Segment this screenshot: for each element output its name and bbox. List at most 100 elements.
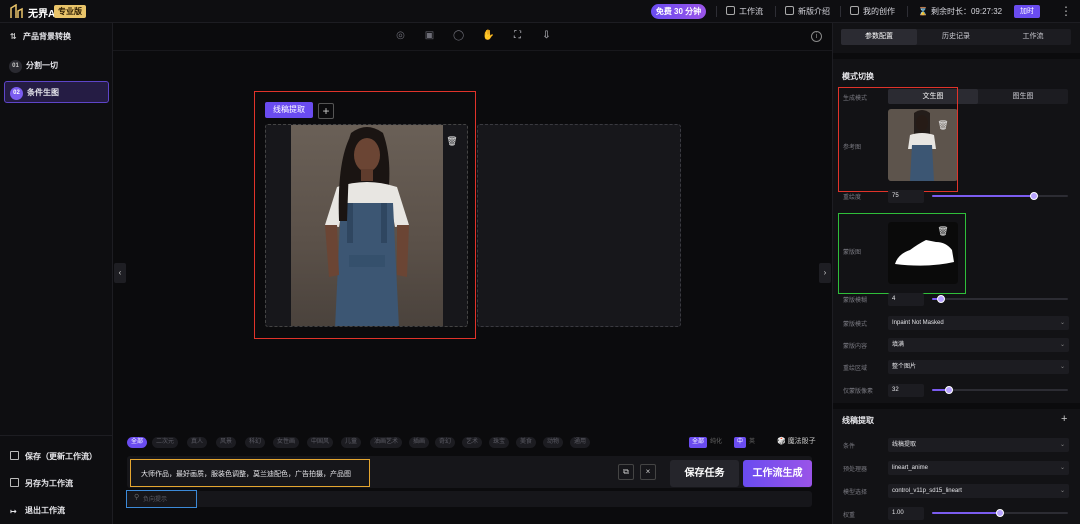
exit-workflow-button[interactable]: ↦ 退出工作流 — [10, 505, 65, 516]
toggle-all[interactable]: 全部 — [689, 437, 708, 448]
remaining-time: ⌛ 剩余时长：09:27:32 — [918, 7, 1003, 16]
dice-icon: 🎲 — [777, 438, 786, 445]
padding-slider-handle[interactable] — [945, 386, 953, 394]
tag-children[interactable]: 儿童 — [341, 437, 362, 448]
tag-female[interactable]: 女性画 — [273, 437, 300, 448]
nav-my-creations[interactable]: 我的创作 — [850, 4, 895, 19]
download-icon[interactable]: ⇩ — [541, 30, 552, 41]
left-sidebar: ⇅ 产品背景转换 01 分割一切 02 条件生图 保存（更新工作流） 另存为工作流 ↦… — [0, 23, 113, 524]
exit-icon: ↦ — [10, 507, 17, 516]
sidebar-item-segment-anything[interactable]: 01 分割一切 — [4, 55, 109, 77]
only-mask-padding-value[interactable]: 32 — [888, 384, 924, 397]
condition-select[interactable]: 线稿提取 ⌄ — [888, 438, 1069, 452]
tag-oil-art[interactable]: 油画艺术 — [370, 437, 403, 448]
divider — [833, 403, 1080, 409]
only-mask-padding-slider[interactable] — [932, 386, 1068, 394]
weight-slider-handle[interactable] — [996, 509, 1004, 517]
more-menu-icon[interactable]: ⋮ — [1060, 4, 1072, 18]
collapse-right-icon[interactable]: › — [819, 263, 831, 283]
negative-prompt-input[interactable] — [127, 491, 812, 507]
tag-chinese[interactable]: 中国风 — [307, 437, 334, 448]
free-time-pill[interactable]: 免费 30 分钟 — [651, 4, 706, 19]
nav-whats-new[interactable]: 新版介绍 — [785, 4, 830, 19]
save-as-icon — [10, 478, 19, 487]
denoise-slider-handle[interactable] — [1030, 192, 1038, 200]
lineart-section-title: 线稿提取 — [842, 416, 874, 425]
toggle-english[interactable]: 英 — [746, 437, 758, 448]
chevron-down-icon: ⌄ — [1059, 442, 1065, 448]
denoise-value[interactable]: 75 — [888, 190, 924, 203]
magic-dice-button[interactable]: 🎲 魔法骰子 — [777, 436, 816, 446]
tag-fantasy[interactable]: 奇幻 — [435, 437, 456, 448]
save-task-button[interactable]: 保存任务 — [670, 460, 739, 487]
edition-badge: 专业版 — [54, 5, 86, 18]
sidebar-item-conditional-generation[interactable]: 02 条件生图 — [4, 81, 109, 103]
hand-icon[interactable]: ✋ — [482, 30, 494, 41]
tag-real[interactable]: 真人 — [187, 437, 208, 448]
tab-params[interactable]: 参数配置 — [841, 29, 917, 45]
model-label: 模型选择 — [843, 490, 868, 496]
tag-illustration[interactable]: 插画 — [409, 437, 430, 448]
mode-image-to-image[interactable]: 图生图 — [978, 89, 1068, 104]
tag-scifi[interactable]: 科幻 — [245, 437, 266, 448]
workflow-icon — [726, 6, 735, 15]
denoise-slider[interactable] — [932, 192, 1068, 200]
brush-icon[interactable]: ◎ — [395, 30, 406, 41]
copy-prompt-icon[interactable]: ⧉ — [618, 464, 634, 480]
mask-blur-slider[interactable] — [932, 295, 1068, 303]
sidebar-item-label: 分割一切 — [26, 61, 58, 70]
denoise-slider-fill — [932, 195, 1034, 197]
top-bar: 无界AI 专业版 免费 30 分钟 工作流 新版介绍 我的创作 ⌛ 剩余时长：09… — [0, 0, 1080, 23]
tag-jewelry[interactable]: 珠宝 — [489, 437, 510, 448]
tag-food[interactable]: 美食 — [516, 437, 537, 448]
tag-anime[interactable]: 二次元 — [152, 437, 179, 448]
toggle-pure[interactable]: 纯化 — [707, 437, 725, 448]
add-controlnet-icon[interactable]: + — [1061, 413, 1067, 425]
mask-content-label: 蒙版内容 — [843, 344, 868, 350]
denoise-label: 重绘度 — [843, 195, 862, 201]
preprocessor-select[interactable]: lineart_anime ⌄ — [888, 461, 1069, 475]
mask-blur-value[interactable]: 4 — [888, 293, 924, 306]
mode-section-title: 模式切换 — [842, 72, 874, 81]
toggle-chinese[interactable]: 中 — [734, 437, 747, 448]
tab-workflow[interactable]: 工作流 — [995, 29, 1071, 45]
divider — [775, 6, 776, 17]
mask-content-select[interactable]: 填满 ⌄ — [888, 338, 1069, 352]
tag-art[interactable]: 艺术 — [462, 437, 483, 448]
weight-slider[interactable] — [932, 509, 1068, 517]
save-update-workflow-button[interactable]: 保存（更新工作流） — [10, 451, 97, 462]
add-time-button[interactable]: 加时 — [1014, 5, 1040, 18]
hourglass-icon: ⌛ — [918, 7, 928, 16]
tab-history[interactable]: 历史记录 — [918, 29, 994, 45]
result-image-card[interactable] — [477, 124, 681, 327]
inpaint-area-select[interactable]: 整个图片 ⌄ — [888, 360, 1069, 374]
divider — [0, 435, 113, 436]
fit-screen-icon[interactable]: ⛶ — [512, 30, 523, 41]
circle-icon[interactable]: ◯ — [453, 30, 464, 41]
panel-tabs: 参数配置 历史记录 工作流 — [841, 29, 1071, 45]
tag-animal[interactable]: 动物 — [543, 437, 564, 448]
info-icon[interactable]: i — [811, 31, 822, 42]
right-panel: 参数配置 历史记录 工作流 模式切换 生成模式 文生图 图生图 参考图 🗑 重绘… — [832, 23, 1080, 524]
save-as-workflow-button[interactable]: 另存为工作流 — [10, 478, 73, 489]
save-icon — [10, 451, 19, 460]
highlight-box-red — [254, 91, 476, 339]
only-mask-padding-label: 仅蒙版像素 — [843, 389, 874, 395]
mask-mode-label: 蒙版模式 — [843, 322, 868, 328]
crop-icon[interactable]: ▣ — [424, 30, 435, 41]
weight-value[interactable]: 1.00 — [888, 507, 924, 520]
mask-blur-slider-handle[interactable] — [936, 295, 945, 303]
workflow-branch-icon: ⇅ — [10, 32, 17, 41]
chevron-down-icon: ⌄ — [1059, 465, 1065, 471]
collapse-left-icon[interactable]: ‹ — [114, 263, 126, 283]
inpaint-area-label: 重绘区域 — [843, 366, 868, 372]
generate-button[interactable]: 工作流生成 — [743, 460, 812, 487]
tag-all[interactable]: 全部 — [127, 437, 148, 448]
clear-prompt-icon[interactable]: × — [640, 464, 656, 480]
model-select[interactable]: control_v11p_sd15_lineart ⌄ — [888, 484, 1069, 498]
chevron-down-icon: ⌄ — [1059, 488, 1065, 494]
tag-scenery[interactable]: 风景 — [216, 437, 237, 448]
mask-mode-select[interactable]: Inpaint Not Masked ⌄ — [888, 316, 1069, 330]
tag-general[interactable]: 通用 — [570, 437, 591, 448]
nav-workflow[interactable]: 工作流 — [726, 4, 763, 19]
